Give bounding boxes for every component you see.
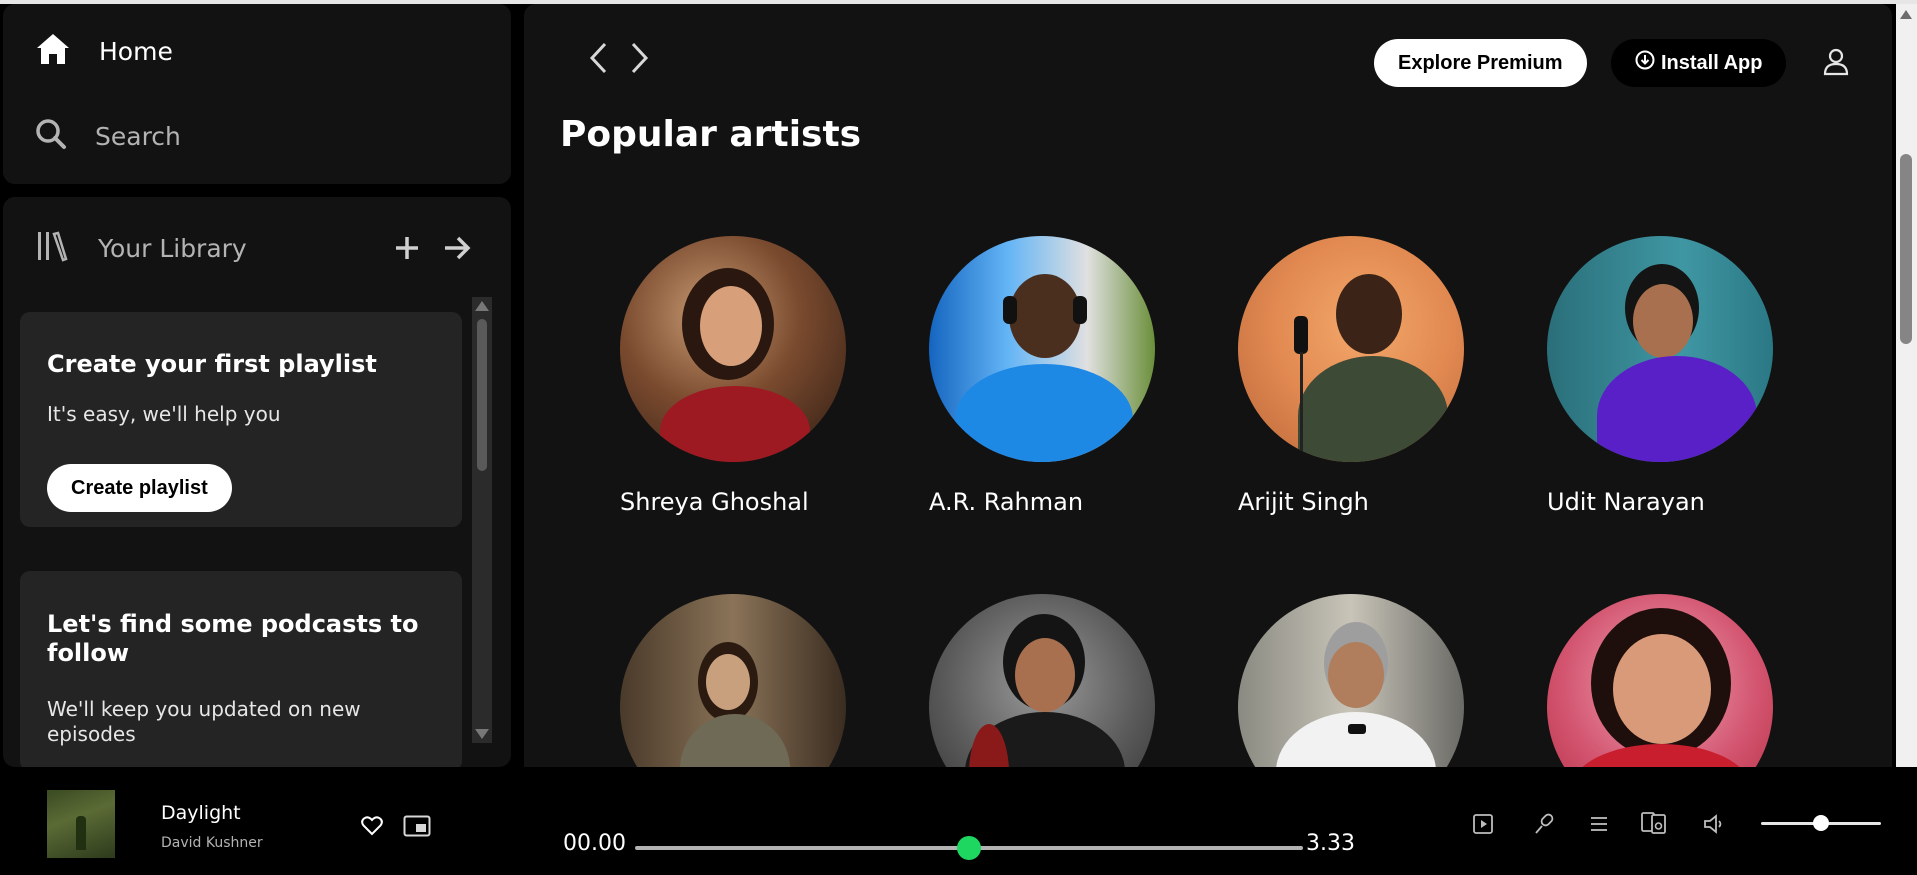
scroll-up-icon[interactable] (1900, 10, 1912, 19)
artist-card[interactable]: Udit Narayan (1547, 236, 1777, 516)
now-playing-view-icon[interactable] (1469, 810, 1497, 838)
library-scrollbar[interactable] (472, 297, 492, 743)
heart-icon[interactable] (358, 812, 386, 840)
artist-name: Shreya Ghoshal (620, 488, 809, 516)
volume-slider[interactable] (1761, 815, 1881, 831)
artist-image (1238, 594, 1464, 767)
artist-name: Udit Narayan (1547, 488, 1705, 516)
library-scroll-thumb[interactable] (477, 319, 487, 471)
artist-image (620, 594, 846, 767)
artist-card[interactable] (1238, 594, 1468, 767)
podcast-card-text: We'll keep you updated on new episodes (47, 697, 361, 746)
main-content: Explore Premium Install App Popular arti… (524, 4, 1892, 767)
main-scrollbar[interactable] (1896, 4, 1917, 767)
artist-image (1547, 236, 1773, 462)
arrow-right-icon[interactable] (439, 230, 475, 266)
artist-card[interactable] (620, 594, 850, 767)
home-icon (35, 32, 71, 70)
artist-card[interactable]: Shreya Ghoshal (620, 236, 850, 516)
forward-chevron-icon[interactable] (626, 38, 654, 78)
install-app-label: Install App (1661, 51, 1763, 74)
back-chevron-icon[interactable] (584, 38, 612, 78)
artist-image (929, 236, 1155, 462)
library-title[interactable]: Your Library (98, 234, 375, 263)
main-scroll-thumb[interactable] (1900, 154, 1912, 344)
artist-card[interactable]: A.R. Rahman (929, 236, 1159, 516)
nav-home-label: Home (99, 36, 173, 66)
artist-card[interactable] (929, 594, 1159, 767)
artist-image (1238, 236, 1464, 462)
search-icon (35, 118, 67, 154)
track-title[interactable]: Daylight (161, 802, 241, 824)
progress-knob[interactable] (957, 836, 981, 860)
scroll-up-icon[interactable] (475, 301, 489, 311)
artist-image (1547, 594, 1773, 767)
scroll-down-icon[interactable] (475, 729, 489, 739)
create-playlist-card: Create your first playlist It's easy, we… (20, 312, 462, 527)
volume-knob[interactable] (1813, 815, 1829, 831)
create-playlist-title: Create your first playlist (47, 350, 377, 378)
volume-icon[interactable] (1700, 810, 1728, 838)
nav-search[interactable]: Search (35, 118, 181, 154)
install-app-button[interactable]: Install App (1611, 39, 1787, 87)
history-nav (584, 38, 654, 78)
miniplayer-icon[interactable] (403, 812, 431, 840)
artist-image (929, 594, 1155, 767)
download-icon (1635, 50, 1655, 76)
create-playlist-button[interactable]: Create playlist (47, 464, 232, 512)
nav-panel: Home Search (3, 4, 511, 184)
artist-card[interactable] (1547, 594, 1777, 767)
library-icon[interactable] (36, 229, 70, 267)
plus-icon[interactable] (389, 230, 425, 266)
total-time: 3.33 (1306, 831, 1355, 856)
artist-name: Arijit Singh (1238, 488, 1369, 516)
podcast-card: Let's find some podcasts to follow We'll… (20, 571, 462, 767)
album-cover[interactable] (47, 790, 115, 858)
podcast-card-title: Let's find some podcasts to follow (47, 610, 419, 667)
library-header: Your Library (36, 227, 475, 269)
user-icon[interactable] (1816, 42, 1856, 82)
elapsed-time: 00.00 (563, 831, 626, 856)
track-artist[interactable]: David Kushner (161, 835, 263, 851)
create-playlist-text: It's easy, we'll help you (47, 402, 281, 426)
artist-name: A.R. Rahman (929, 488, 1084, 516)
player-bar: Daylight David Kushner 00.00 3.33 (0, 767, 1917, 875)
section-title: Popular artists (560, 114, 862, 155)
connect-device-icon[interactable] (1640, 809, 1668, 837)
nav-home[interactable]: Home (35, 32, 173, 70)
progress-bar[interactable] (635, 836, 1303, 860)
artist-image (620, 236, 846, 462)
artist-card[interactable]: Arijit Singh (1238, 236, 1468, 516)
library-panel: Your Library Create your first playlist … (3, 197, 511, 767)
microphone-icon[interactable] (1530, 810, 1558, 838)
queue-icon[interactable] (1585, 810, 1613, 838)
explore-premium-button[interactable]: Explore Premium (1374, 39, 1587, 87)
nav-search-label: Search (95, 121, 181, 151)
